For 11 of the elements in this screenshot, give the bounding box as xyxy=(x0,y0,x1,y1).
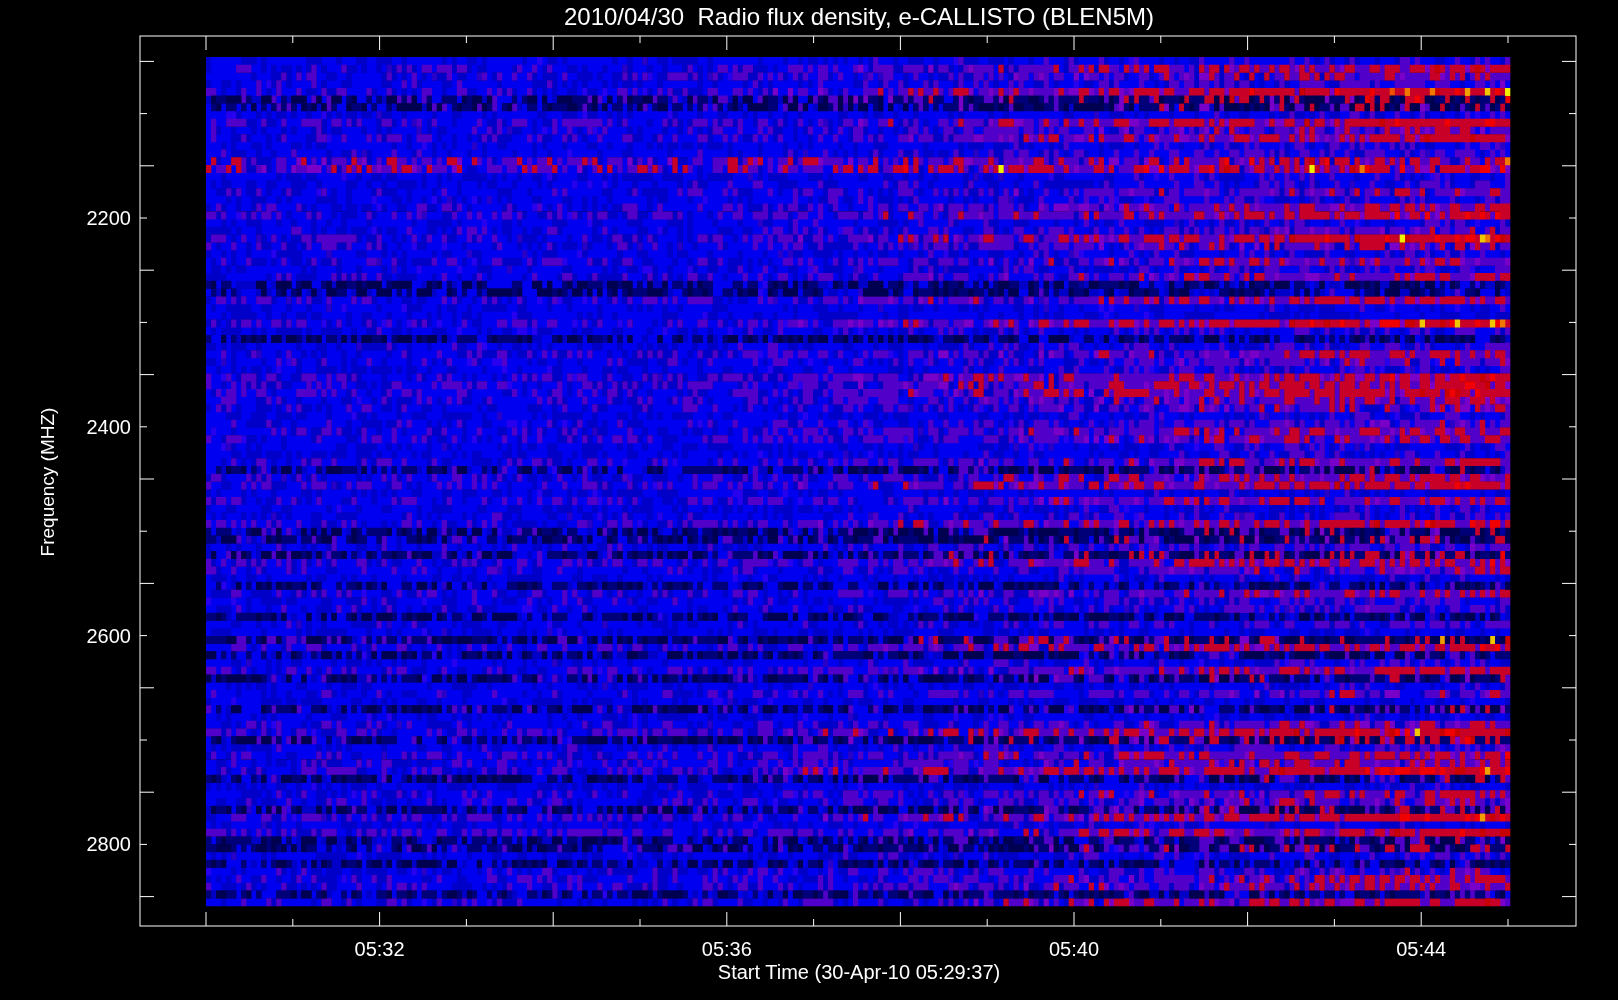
x-tick-label: 05:40 xyxy=(1048,938,1100,960)
x-tick-label: 05:32 xyxy=(354,938,405,960)
y-axis-label: Frequency (MHZ) xyxy=(37,407,58,557)
y-tick-label: 2200 xyxy=(86,207,131,229)
y-tick-label: 2600 xyxy=(86,624,131,647)
x-tick-label: 05:36 xyxy=(701,938,752,960)
x-axis-label: Start Time (30-Apr-10 05:29:37) xyxy=(717,961,1001,983)
y-tick-label: 2400 xyxy=(86,415,131,438)
plot-title: 2010/04/30 Radio flux density, e-CALLISTO (BLEN5M) xyxy=(563,3,1155,30)
x-tick-label: 05:44 xyxy=(1396,938,1447,960)
y-tick-label: 2800 xyxy=(86,833,131,856)
